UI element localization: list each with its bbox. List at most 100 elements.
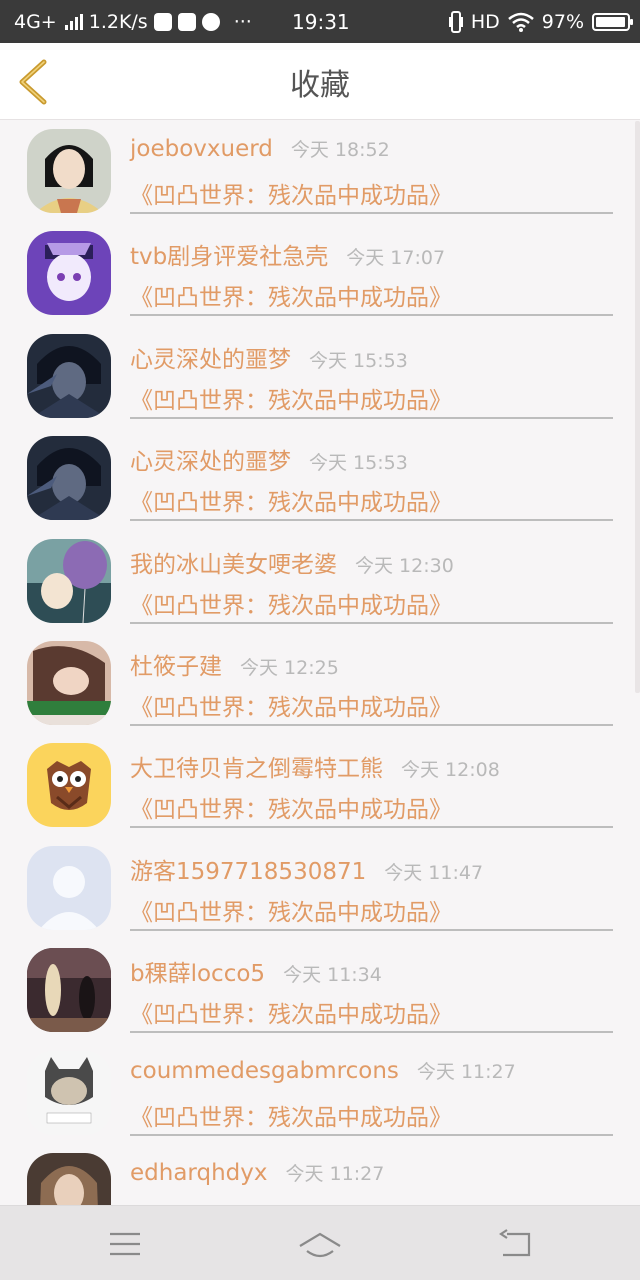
- avatar-image: [27, 129, 111, 213]
- network-type: 4G+: [14, 10, 57, 33]
- name-line: 游客1597718530871 今天 11:47: [130, 852, 483, 886]
- work-title[interactable]: 《凹凸世界：残次品中成功品》: [130, 790, 452, 824]
- return-button[interactable]: [497, 1224, 537, 1264]
- avatar-image: [27, 231, 111, 316]
- name-line: 大卫待贝肯之倒霉特工熊 今天 12:08: [130, 749, 500, 783]
- avatar-image: [27, 436, 111, 521]
- list-item[interactable]: joebovxuerd 今天 18:52 《凹凸世界：残次品中成功品》: [0, 121, 640, 223]
- user-name[interactable]: 心灵深处的噩梦: [130, 442, 291, 476]
- back-button[interactable]: [14, 57, 54, 107]
- list-item[interactable]: 我的冰山美女哽老婆 今天 12:30 《凹凸世界：残次品中成功品》: [0, 531, 640, 633]
- work-title[interactable]: 《凹凸世界：残次品中成功品》: [130, 483, 452, 517]
- list-item[interactable]: 游客1597718530871 今天 11:47 《凹凸世界：残次品中成功品》: [0, 838, 640, 940]
- list-item-body[interactable]: 心灵深处的噩梦 今天 15:53 《凹凸世界：残次品中成功品》: [130, 326, 613, 419]
- avatar[interactable]: [27, 538, 111, 623]
- user-name[interactable]: 心灵深处的噩梦: [130, 340, 291, 374]
- list-item[interactable]: edharqhdyx今天 11:27《凹凸世界：残次品中成功品》: [0, 1145, 640, 1205]
- work-title[interactable]: 《凹凸世界：残次品中成功品》: [130, 381, 452, 415]
- menu-button[interactable]: [105, 1224, 145, 1264]
- chevron-left-icon: [19, 59, 47, 105]
- timestamp: 今天 11:34: [283, 964, 382, 987]
- name-line: edharqhdyx 今天 11:27: [130, 1159, 384, 1186]
- user-name[interactable]: 大卫待贝肯之倒霉特工熊: [130, 749, 383, 783]
- name-line: 心灵深处的噩梦 今天 15:53: [130, 442, 408, 476]
- favorites-list[interactable]: joebovxuerd 今天 18:52 《凹凸世界：残次品中成功品》 tvb剧身评爱…: [0, 121, 640, 1205]
- work-title[interactable]: 《凹凸世界：残次品中成功品》: [130, 1098, 452, 1132]
- list-item[interactable]: 大卫待贝肯之倒霉特工熊 今天 12:08 《凹凸世界：残次品中成功品》: [0, 735, 640, 837]
- timestamp: 今天 15:53: [309, 452, 408, 475]
- avatar-image: [27, 845, 111, 930]
- work-title[interactable]: 《凹凸世界：残次品中成功品》: [130, 586, 452, 620]
- avatar[interactable]: [27, 948, 111, 1033]
- list-item-body[interactable]: tvb剧身评爱社急壳 今天 17:07 《凹凸世界：残次品中成功品》: [130, 223, 613, 317]
- home-button[interactable]: [297, 1224, 343, 1264]
- work-title[interactable]: 《凹凸世界：残次品中成功品》: [130, 176, 452, 210]
- scrollbar-thumb[interactable]: [635, 121, 640, 693]
- vibrate-icon: [448, 10, 463, 33]
- avatar[interactable]: [27, 129, 111, 213]
- list-item-body[interactable]: 游客1597718530871 今天 11:47 《凹凸世界：残次品中成功品》: [130, 838, 613, 931]
- work-title[interactable]: 《凹凸世界：残次品中成功品》: [130, 995, 452, 1029]
- more-notifications-icon: ···: [233, 10, 252, 33]
- avatar[interactable]: [27, 231, 111, 316]
- work-title[interactable]: 《凹凸世界：残次品中成功品》: [130, 688, 452, 722]
- user-name[interactable]: tvb剧身评爱社急壳: [130, 237, 328, 271]
- timestamp: 今天 11:47: [384, 861, 484, 884]
- network-speed: 1.2K/s: [88, 10, 148, 33]
- user-name[interactable]: 游客1597718530871: [130, 852, 366, 886]
- list-item[interactable]: b稞薛locco5 今天 11:34 《凹凸世界：残次品中成功品》: [0, 940, 640, 1042]
- timestamp: 今天 12:08: [401, 759, 500, 782]
- list-item[interactable]: coummedesgabmrcons 今天 11:27 《凹凸世界：残次品中成功品》: [0, 1043, 640, 1145]
- work-title[interactable]: 《凹凸世界：残次品中成功品》: [130, 893, 452, 927]
- signal-icon: [64, 13, 83, 30]
- list-item[interactable]: tvb剧身评爱社急壳 今天 17:07 《凹凸世界：残次品中成功品》: [0, 223, 640, 325]
- avatar[interactable]: [27, 640, 111, 725]
- list-item-body[interactable]: b稞薛locco5 今天 11:34 《凹凸世界：残次品中成功品》: [130, 940, 613, 1034]
- message-app-icon: [177, 12, 196, 31]
- timestamp: 今天 11:27: [416, 1060, 516, 1083]
- avatar[interactable]: [27, 1152, 111, 1205]
- work-title[interactable]: 《凹凸世界：残次品中成功品》: [130, 278, 452, 312]
- user-name[interactable]: joebovxuerd: [130, 136, 273, 162]
- battery-percent: 97%: [541, 10, 584, 33]
- list-item-body[interactable]: 我的冰山美女哽老婆 今天 12:30 《凹凸世界：残次品中成功品》: [130, 531, 613, 624]
- media-app-icon: [153, 12, 172, 31]
- user-name[interactable]: 我的冰山美女哽老婆: [130, 545, 337, 579]
- list-item-body[interactable]: joebovxuerd 今天 18:52 《凹凸世界：残次品中成功品》: [130, 121, 613, 214]
- avatar-image: [27, 640, 111, 725]
- avatar[interactable]: [27, 436, 111, 521]
- status-bar-right: HD 97%: [448, 0, 633, 43]
- name-line: b稞薛locco5 今天 11:34: [130, 954, 382, 988]
- name-line: coummedesgabmrcons 今天 11:27: [130, 1057, 516, 1084]
- status-bar-left: 4G+ 1.2K/s ···: [14, 0, 252, 43]
- list-item-body[interactable]: 大卫待贝肯之倒霉特工熊 今天 12:08 《凹凸世界：残次品中成功品》: [130, 735, 613, 829]
- avatar[interactable]: [27, 845, 111, 930]
- list-item[interactable]: 心灵深处的噩梦 今天 15:53 《凹凸世界：残次品中成功品》: [0, 428, 640, 530]
- name-line: 心灵深处的噩梦 今天 15:53: [130, 340, 408, 374]
- user-name[interactable]: 杜筱子建: [130, 647, 222, 681]
- status-bar: 4G+ 1.2K/s ··· 19:31 HD 97%: [0, 0, 640, 43]
- timestamp: 今天 12:30: [355, 554, 454, 577]
- list-item-body[interactable]: edharqhdyx今天 11:27《凹凸世界：残次品中成功品》: [130, 1145, 613, 1205]
- list-item-body[interactable]: coummedesgabmrcons 今天 11:27 《凹凸世界：残次品中成功品》: [130, 1043, 613, 1136]
- name-line: tvb剧身评爱社急壳 今天 17:07: [130, 237, 445, 271]
- name-line: joebovxuerd 今天 18:52: [130, 135, 390, 162]
- avatar[interactable]: [27, 1050, 111, 1135]
- timestamp: 今天 11:27: [285, 1162, 385, 1185]
- list-item[interactable]: 心灵深处的噩梦 今天 15:53 《凹凸世界：残次品中成功品》: [0, 326, 640, 428]
- page-title: 收藏: [290, 67, 350, 103]
- timestamp: 今天 17:07: [346, 247, 446, 270]
- avatar-image: [27, 333, 111, 418]
- hd-indicator: HD: [470, 10, 500, 33]
- avatar[interactable]: [27, 333, 111, 418]
- avatar[interactable]: [27, 743, 111, 828]
- list-item-body[interactable]: 心灵深处的噩梦 今天 15:53 《凹凸世界：残次品中成功品》: [130, 428, 613, 522]
- list-item-body[interactable]: 杜筱子建 今天 12:25 《凹凸世界：残次品中成功品》: [130, 633, 613, 726]
- avatar-image: [27, 538, 111, 623]
- name-line: 我的冰山美女哽老婆 今天 12:30: [130, 545, 454, 579]
- battery-icon: [592, 12, 633, 31]
- user-name[interactable]: b稞薛locco5: [130, 954, 265, 988]
- user-name[interactable]: edharqhdyx: [130, 1160, 267, 1186]
- list-item[interactable]: 杜筱子建 今天 12:25 《凹凸世界：残次品中成功品》: [0, 633, 640, 735]
- user-name[interactable]: coummedesgabmrcons: [130, 1058, 399, 1084]
